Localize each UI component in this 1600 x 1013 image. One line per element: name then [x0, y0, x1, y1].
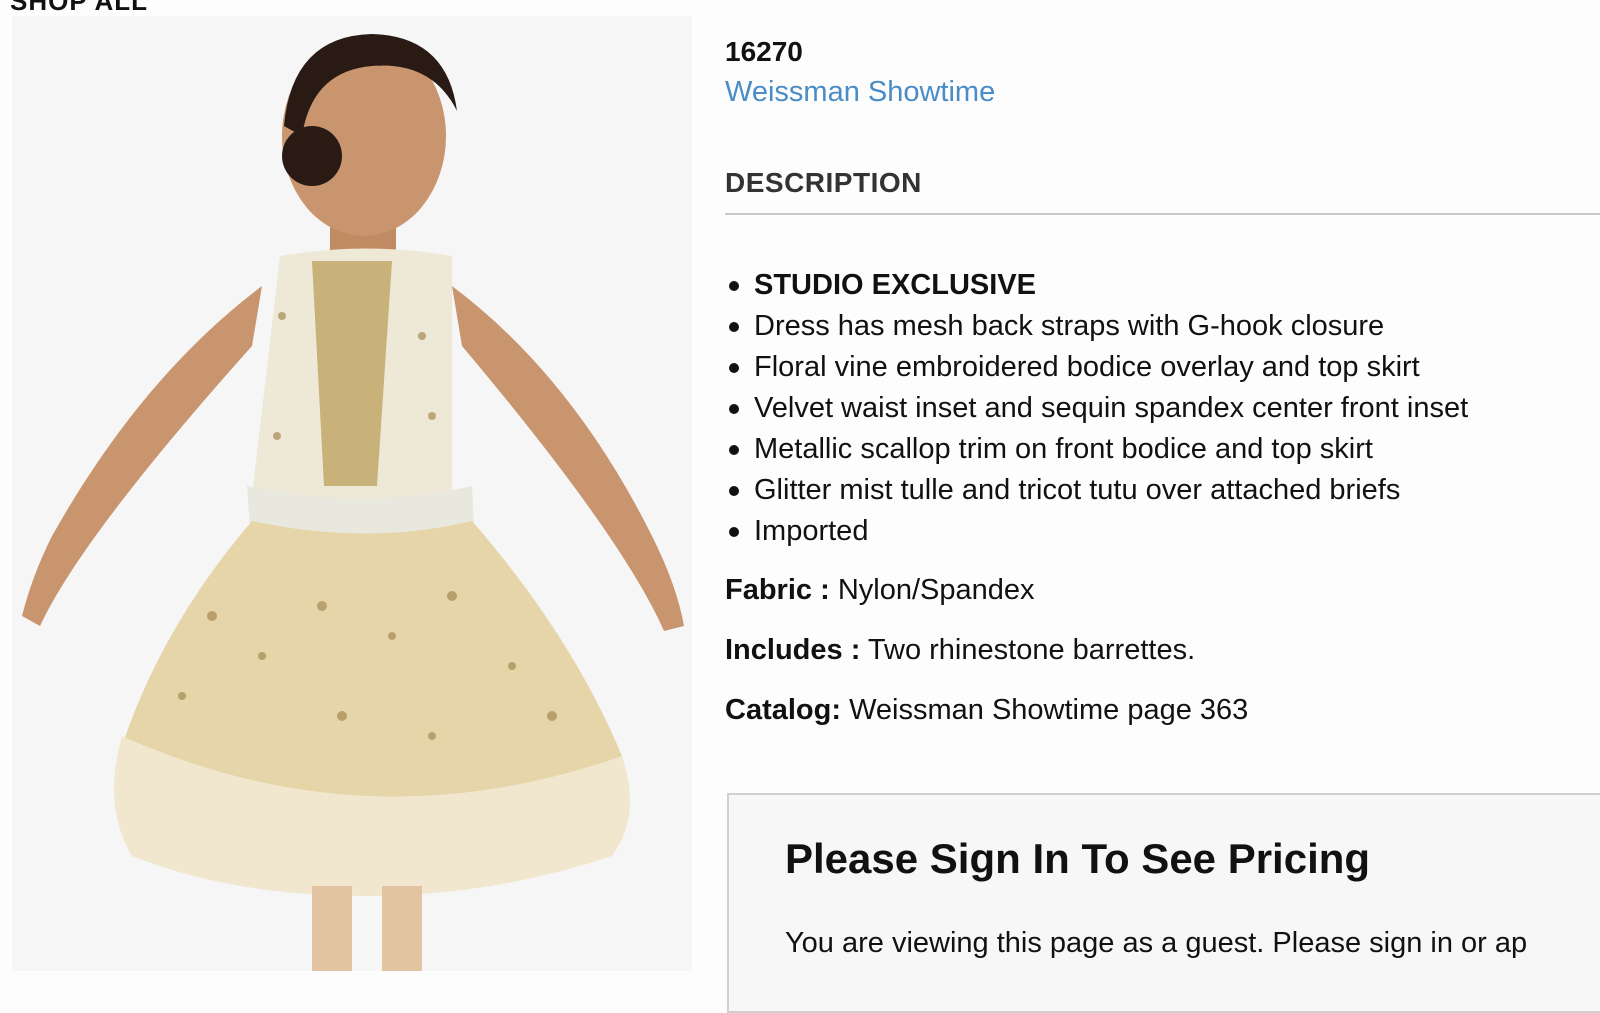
signin-message: You are viewing this page as a guest. Pl… — [785, 927, 1528, 959]
list-item: Metallic scallop trim on front bodice an… — [725, 429, 1600, 470]
brand-link[interactable]: Weissman Showtime — [725, 76, 1600, 109]
includes-spec: Includes : Two rhinestone barrettes. — [725, 630, 1600, 670]
list-item: Floral vine embroidered bodice overlay a… — [725, 347, 1600, 388]
costume-illustration — [12, 16, 692, 971]
fabric-value: Nylon/Spandex — [837, 574, 1035, 606]
signin-title: Please Sign In To See Pricing — [785, 835, 1371, 882]
includes-label: Includes : — [725, 634, 861, 666]
product-specs: Fabric : Nylon/Spandex Includes : Two rh… — [725, 570, 1600, 730]
product-details: 16270 Weissman Showtime DESCRIPTION STUD… — [725, 36, 1600, 730]
includes-value: Two rhinestone barrettes. — [867, 634, 1196, 666]
list-item: STUDIO EXCLUSIVE — [725, 265, 1600, 306]
list-item: Dress has mesh back straps with G-hook c… — [725, 306, 1600, 347]
catalog-spec: Catalog: Weissman Showtime page 363 — [725, 690, 1600, 730]
catalog-value: Weissman Showtime page 363 — [849, 694, 1249, 726]
catalog-label: Catalog: — [725, 694, 841, 726]
fabric-spec: Fabric : Nylon/Spandex — [725, 570, 1600, 610]
product-sku: 16270 — [725, 36, 803, 67]
signin-pricing-panel: Please Sign In To See Pricing You are vi… — [727, 793, 1600, 1013]
list-item: Glitter mist tulle and tricot tutu over … — [725, 470, 1600, 511]
list-item: Imported — [725, 511, 1600, 552]
list-item: Velvet waist inset and sequin spandex ce… — [725, 388, 1600, 429]
breadcrumb[interactable]: SHOP ALL — [10, 0, 148, 17]
description-list: STUDIO EXCLUSIVE Dress has mesh back str… — [725, 265, 1600, 552]
description-heading: DESCRIPTION — [725, 167, 1600, 215]
product-image[interactable] — [12, 16, 692, 971]
fabric-label: Fabric : — [725, 574, 830, 606]
